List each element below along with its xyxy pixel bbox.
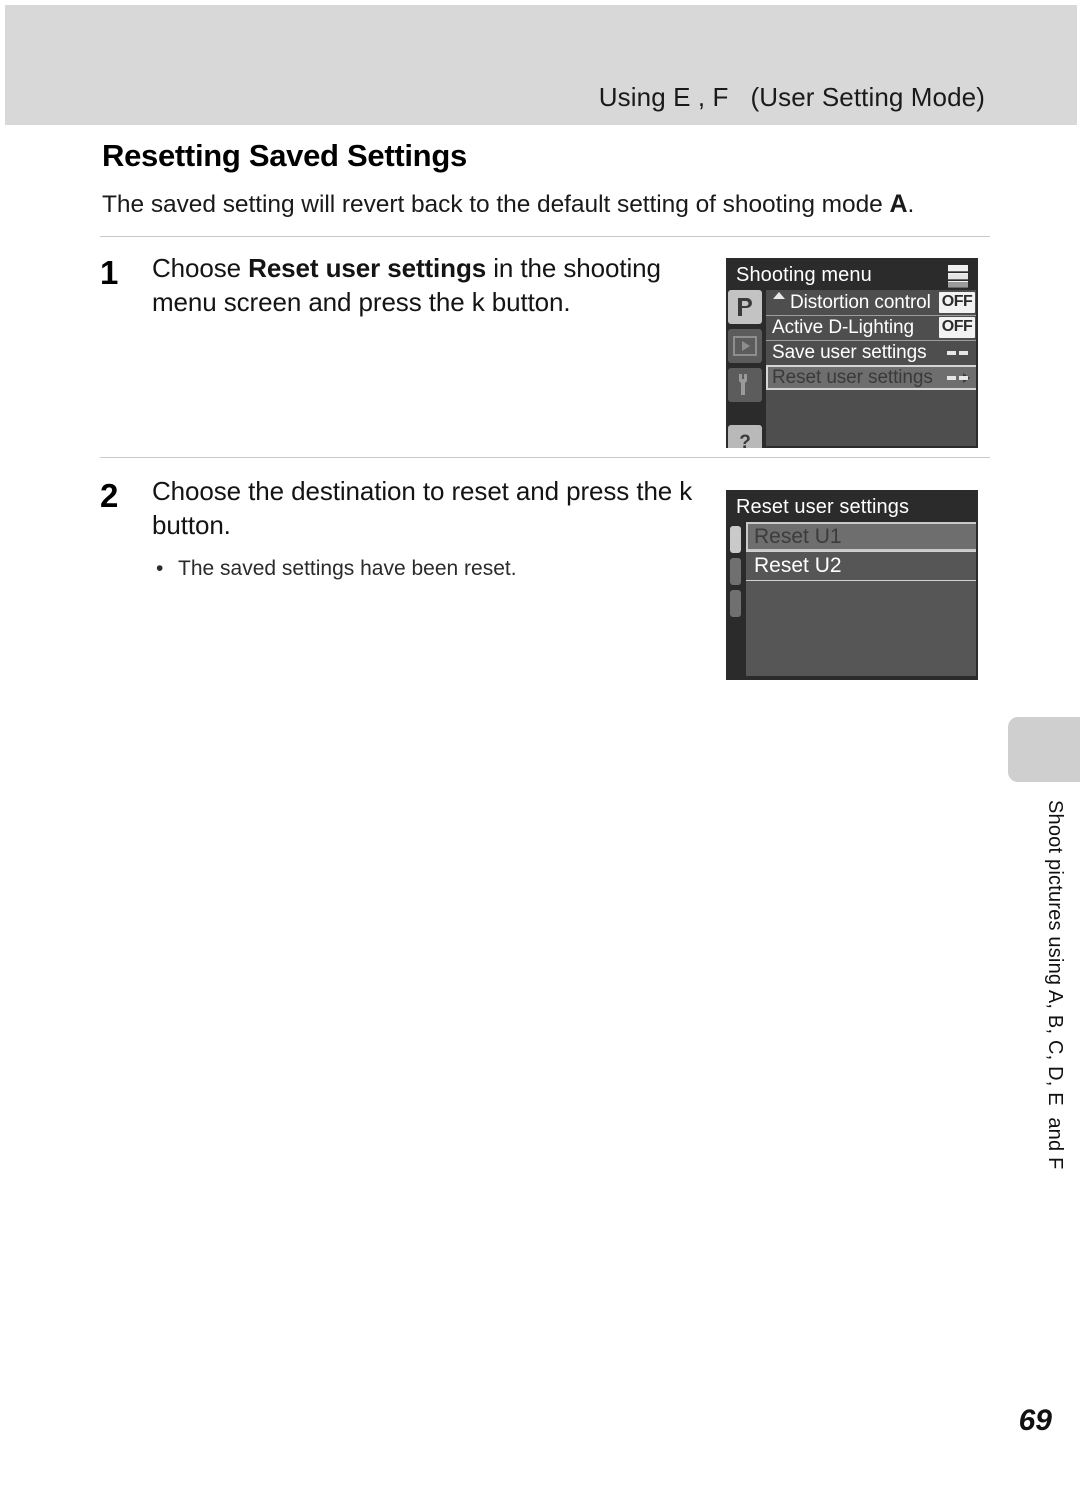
setup-tab-icon[interactable] [728,368,762,402]
section-thumb-tab-label: Shoot pictures using A, B, C, D, E and F [1044,800,1066,1170]
page-title: Resetting Saved Settings [102,138,467,173]
tab-marker-1 [730,526,741,553]
menu-row-label: Reset user settings [772,366,933,388]
value-cell-active-d-lighting: OFF [938,315,976,340]
intro-text-tail: . [907,191,915,218]
section-thumb-tab [1008,717,1080,782]
menu-row-label: Distortion control [790,291,931,313]
tab-marker-2 [730,558,741,585]
reset-menu-row-u1[interactable]: Reset U1 [746,522,976,551]
reset-menu-tab-rail [730,526,741,622]
shooting-mode-tab-icon[interactable] [728,290,762,324]
value-cell-distortion-control: OFF [938,290,976,315]
help-tab-icon[interactable]: ? [728,425,762,448]
step-2-instruction: Choose the destination to reset and pres… [152,476,693,541]
step-2-number: 2 [100,477,119,514]
page-number: 69 [1018,1404,1052,1437]
mode-symbol-a: A [889,190,908,218]
off-badge: OFF [938,292,976,313]
intro-text-lead: The saved setting will revert back to th… [102,191,890,218]
reset-menu-row-u2[interactable]: Reset U2 [746,551,976,580]
dash-badge-icon [946,350,968,355]
menu-row-label: Active D-Lighting [772,317,914,338]
scroll-up-caret-icon [773,292,785,299]
bullet-glyph: • [156,556,164,580]
step-1-instruction: Choose Reset user settings in the shooti… [152,251,712,320]
tab-marker-3 [730,590,741,617]
reset-menu-row-empty [746,580,976,609]
intro-paragraph: The saved setting will revert back to th… [102,190,990,219]
reset-menu-row-label: Reset U1 [754,524,842,548]
divider-above-step-1 [100,236,990,237]
reset-user-settings-screenshot: Reset user settings Reset U1 Reset U2 [726,490,978,680]
value-cell-reset-user-settings [938,365,976,390]
running-head-title: Using E , F (User Setting Mode) [598,82,985,112]
page-header-band: Using E , F (User Setting Mode) [5,5,1077,125]
shooting-menu-value-column: OFF OFF [938,290,976,390]
reset-menu-title: Reset user settings [736,496,910,518]
reset-menu-list: Reset U1 Reset U2 [746,522,976,676]
play-triangle-icon [733,336,757,356]
divider-above-step-2 [100,457,990,458]
menu-row-label: Save user settings [772,342,927,363]
shooting-menu-tab-rail: ? [728,290,764,448]
step-1-menu-name: Reset user settings [248,253,487,283]
reset-menu-row-label: Reset U2 [754,554,842,577]
off-badge: OFF [938,317,976,338]
dash-badge-icon [946,375,968,380]
shooting-menu-screenshot: Shooting menu ? Distortion control Activ… [726,258,978,448]
question-mark-icon: ? [739,432,751,448]
playback-tab-icon[interactable] [728,329,762,363]
p-letter-icon [738,298,752,316]
step-1-text-part-1: Choose [152,253,249,283]
svg-text:?: ? [739,432,751,448]
value-cell-save-user-settings [938,340,976,365]
wrench-icon [739,374,747,395]
step-1-number: 1 [100,254,119,291]
menu-stack-icon [948,265,968,288]
shooting-menu-title: Shooting menu [736,264,872,286]
step-2-note-text: The saved settings have been reset. [178,556,517,580]
